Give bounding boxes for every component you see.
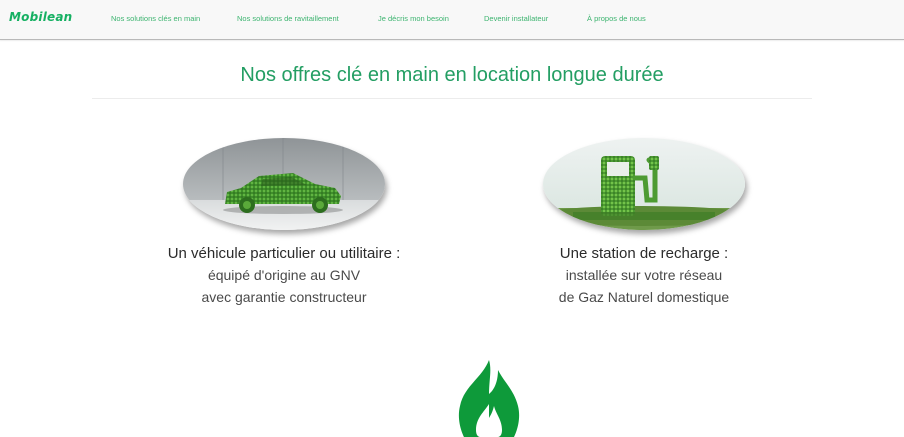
title-divider bbox=[92, 98, 812, 99]
nav-link-solutions-cles-en-main[interactable]: Nos solutions clés en main bbox=[111, 14, 200, 23]
nav-link-je-decris-mon-besoin[interactable]: Je décris mon besoin bbox=[378, 14, 449, 23]
grass-fuel-pump-image bbox=[543, 138, 745, 230]
flame-icon bbox=[458, 360, 520, 437]
nav-link-devenir-installateur[interactable]: Devenir installateur bbox=[484, 14, 548, 23]
offer-vehicle: Un véhicule particulier ou utilitaire : … bbox=[134, 138, 434, 308]
grass-car-illustration bbox=[183, 138, 385, 230]
offer-station-line-2: de Gaz Naturel domestique bbox=[558, 289, 730, 305]
offer-vehicle-line-1: équipé d'origine au GNV bbox=[207, 267, 361, 283]
offer-vehicle-line-2: avec garantie constructeur bbox=[201, 289, 367, 305]
offer-station-line-1: installée sur votre réseau bbox=[565, 267, 723, 283]
grass-fuel-pump-illustration bbox=[543, 138, 745, 230]
offer-station: Une station de recharge : installée sur … bbox=[494, 138, 794, 308]
nav-link-a-propos[interactable]: À propos de nous bbox=[587, 14, 646, 23]
top-navbar: Mobilean Nos solutions clés en main Nos … bbox=[0, 0, 904, 40]
brand-logo[interactable]: Mobilean bbox=[9, 10, 72, 24]
grass-car-image bbox=[183, 138, 385, 230]
page-title: Nos offres clé en main en location longu… bbox=[240, 64, 664, 86]
offer-station-heading: Une station de recharge : bbox=[559, 245, 729, 262]
offer-vehicle-heading: Un véhicule particulier ou utilitaire : bbox=[167, 245, 401, 262]
nav-link-solutions-ravitaillement[interactable]: Nos solutions de ravitaillement bbox=[237, 14, 339, 23]
